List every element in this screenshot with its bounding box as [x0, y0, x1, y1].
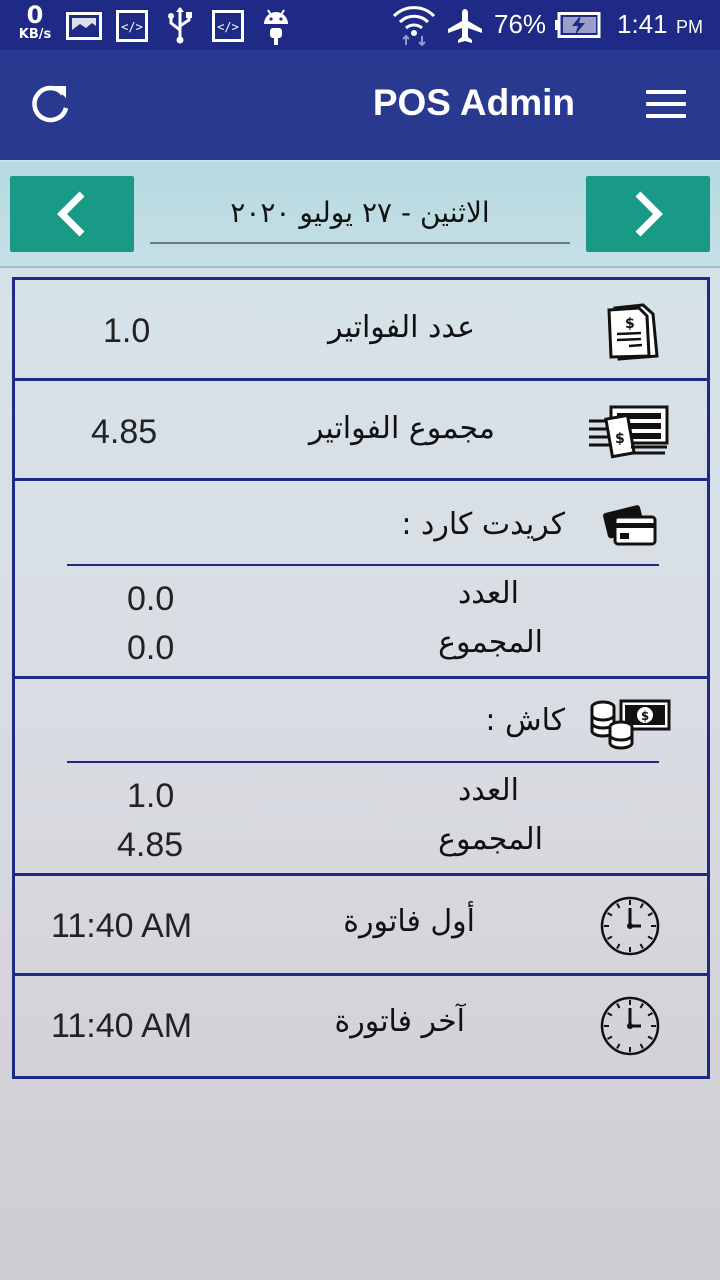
network-speed: 0 KB/s	[10, 3, 60, 41]
cash-section: $ كاش : العدد 1.0 المجموع 4.85	[15, 679, 707, 876]
chevron-right-icon	[635, 191, 663, 237]
credit-card-icon	[603, 505, 657, 546]
invoice-total-label: مجموع الفواتير	[308, 411, 495, 446]
wifi-icon	[392, 6, 436, 46]
last-invoice-row: آخر فاتورة 11:40 AM	[15, 976, 707, 1076]
clock-time: 1:41	[617, 9, 668, 39]
cash-coins-icon: $	[590, 699, 671, 750]
last-invoice-time: 11:40 AM	[51, 1007, 193, 1045]
svg-text:$: $	[615, 431, 625, 447]
cash-title: كاش :	[485, 703, 565, 738]
last-invoice-label: آخر فاتورة	[334, 1004, 465, 1039]
invoice-count-row: $ عدد الفواتير 1.0	[15, 280, 707, 381]
clock-icon	[600, 996, 660, 1056]
svg-text:$: $	[625, 316, 635, 332]
svg-text:</>: </>	[217, 20, 239, 34]
date-navigation: الاثنين - ٢٧ يوليو ٢٠٢٠	[0, 162, 720, 268]
code-icon: </>	[212, 10, 244, 42]
first-invoice-label: أول فاتورة	[343, 904, 475, 939]
credit-card-count-value: 0.0	[127, 580, 175, 618]
image-icon	[66, 12, 102, 40]
network-speed-unit: KB/s	[18, 27, 52, 42]
cash-count-label: العدد	[457, 773, 519, 808]
chevron-left-icon	[57, 191, 85, 237]
svg-text:$: $	[641, 709, 649, 723]
invoice-total-row: $ مجموع الفواتير 4.85	[15, 381, 707, 481]
refresh-icon[interactable]	[26, 80, 74, 128]
cash-total-value: 4.85	[117, 826, 184, 864]
cash-count-value: 1.0	[127, 777, 175, 815]
previous-day-button[interactable]	[10, 176, 134, 252]
credit-card-divider	[67, 564, 659, 566]
network-speed-value: 0	[26, 1, 44, 29]
first-invoice-time: 11:40 AM	[51, 907, 193, 945]
usb-icon	[168, 7, 192, 44]
svg-text:</>: </>	[121, 20, 143, 34]
cash-total-label: المجموع	[438, 822, 543, 857]
android-icon	[264, 9, 288, 45]
app-bar: POS Admin	[0, 50, 720, 160]
battery-percent: 76%	[494, 9, 547, 39]
first-invoice-row: أول فاتورة 11:40 AM	[15, 876, 707, 976]
code-icon: </>	[116, 10, 148, 42]
status-bar: 0 KB/s </> </> 76% 1:41 PM	[0, 0, 720, 50]
credit-card-total-value: 0.0	[127, 629, 175, 667]
credit-card-section: كريدت كارد : العدد 0.0 المجموع 0.0	[15, 481, 707, 679]
clock-icon	[600, 896, 660, 956]
app-title: POS Admin	[372, 82, 575, 123]
invoice-count-value: 1.0	[103, 312, 151, 350]
date-display[interactable]: الاثنين - ٢٧ يوليو ٢٠٢٠	[150, 182, 570, 244]
hamburger-menu-icon[interactable]	[646, 90, 686, 120]
money-stack-icon: $	[589, 405, 669, 459]
clock-ampm: PM	[676, 17, 703, 37]
credit-card-count-label: العدد	[457, 576, 519, 611]
battery-charging-icon	[555, 12, 601, 38]
invoice-total-value: 4.85	[91, 413, 158, 451]
credit-card-total-label: المجموع	[438, 625, 543, 660]
airplane-icon	[448, 9, 482, 43]
next-day-button[interactable]	[586, 176, 710, 252]
invoice-count-label: عدد الفواتير	[328, 310, 475, 345]
summary-panel: $ عدد الفواتير 1.0 $ مجموع الفواتير 4.85	[12, 277, 710, 1079]
credit-card-title: كريدت كارد :	[401, 507, 565, 542]
invoice-icon: $	[607, 303, 659, 361]
cash-divider	[67, 761, 659, 763]
